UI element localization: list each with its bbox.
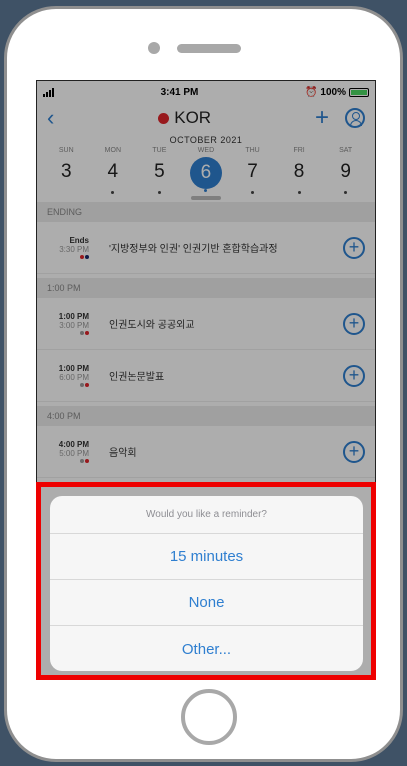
home-button[interactable]	[181, 689, 237, 745]
highlight-box	[36, 482, 376, 680]
camera-dot	[148, 42, 160, 54]
speaker-bar	[177, 44, 241, 53]
